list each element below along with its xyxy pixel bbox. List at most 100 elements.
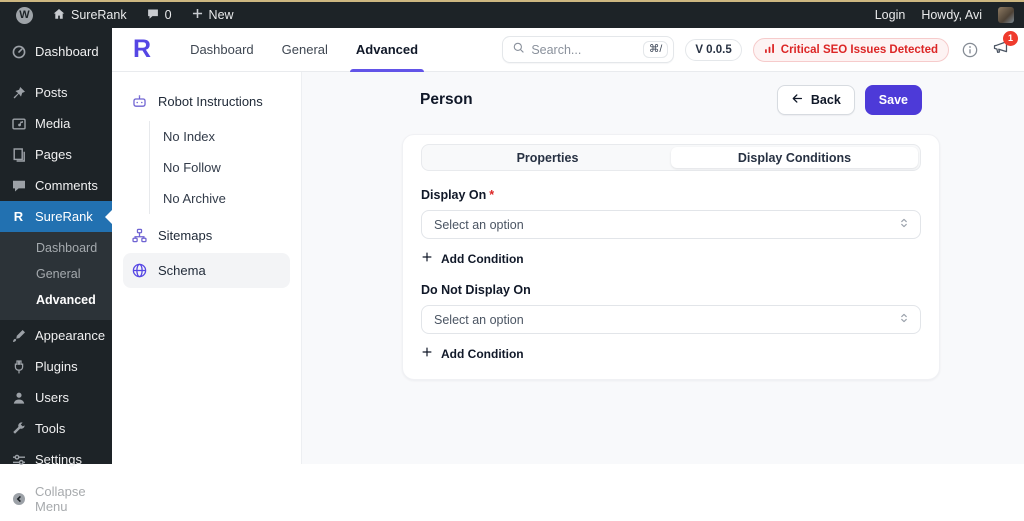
info-icon[interactable] xyxy=(960,40,980,60)
page-title: Person xyxy=(420,91,473,108)
home-icon xyxy=(52,7,66,24)
save-button[interactable]: Save xyxy=(864,85,922,115)
plugin-sidebar-item-no-follow[interactable]: No Follow xyxy=(150,152,290,183)
plugin-sidebar-item-label: Schema xyxy=(158,263,206,278)
plug-icon xyxy=(10,358,27,375)
collapse-menu-button[interactable]: Collapse Menu xyxy=(0,477,112,521)
new-content-menu[interactable]: New xyxy=(185,2,240,28)
add-condition-button[interactable]: Add Condition xyxy=(421,346,921,361)
search-shortcut-badge: ⌘/ xyxy=(642,41,669,58)
login-link[interactable]: Login xyxy=(875,8,906,22)
plugin-sidebar-item-sitemaps[interactable]: Sitemaps xyxy=(123,218,290,253)
main-content: Person Back Save Properties Display Cond… xyxy=(302,72,1024,464)
sidebar-item-label: Media xyxy=(35,116,71,131)
plugin-sidebar-item-label: Sitemaps xyxy=(158,228,213,243)
pages-icon xyxy=(10,146,27,163)
howdy-menu[interactable]: Howdy, Avi xyxy=(921,8,982,22)
save-button-label: Save xyxy=(878,93,908,107)
sidebar-item-label: SureRank xyxy=(35,209,93,224)
critical-seo-alert-badge[interactable]: Critical SEO Issues Detected xyxy=(752,37,949,62)
announcements-button[interactable]: 1 xyxy=(991,30,1018,60)
plugin-sidebar-item-robot-instructions[interactable]: Robot Instructions xyxy=(123,84,290,119)
collapse-arrow-icon xyxy=(10,491,27,508)
collapse-menu-label: Collapse Menu xyxy=(35,484,86,514)
media-icon xyxy=(10,115,27,132)
tab-display-conditions[interactable]: Display Conditions xyxy=(671,147,918,168)
robot-instructions-children: No Index No Follow No Archive xyxy=(149,121,290,214)
tab-advanced[interactable]: Advanced xyxy=(342,28,432,72)
select-placeholder: Select an option xyxy=(434,312,524,327)
sidebar-item-users[interactable]: Users xyxy=(0,382,112,413)
user-icon xyxy=(10,389,27,406)
sidebar-item-tools[interactable]: Tools xyxy=(0,413,112,444)
sidebar-item-media[interactable]: Media xyxy=(0,108,112,139)
search-icon xyxy=(512,41,525,59)
globe-icon xyxy=(131,262,148,279)
sidebar-item-plugins[interactable]: Plugins xyxy=(0,351,112,382)
arrow-left-icon xyxy=(791,92,804,108)
do-not-display-on-label: Do Not Display On xyxy=(421,283,531,297)
search-input[interactable] xyxy=(531,42,637,57)
comments-menu[interactable]: 0 xyxy=(140,2,178,28)
surerank-submenu: Dashboard General Advanced xyxy=(0,232,112,320)
sidebar-item-label: Plugins xyxy=(35,359,78,374)
sidebar-item-label: Users xyxy=(35,390,69,405)
sidebar-item-comments[interactable]: Comments xyxy=(0,170,112,201)
surerank-plugin-logo: R xyxy=(133,35,151,63)
version-badge: V 0.0.5 xyxy=(685,38,742,61)
plugin-sidebar-item-no-index[interactable]: No Index xyxy=(150,121,290,152)
surerank-logo-icon: R xyxy=(13,209,24,224)
submenu-item-general[interactable]: General xyxy=(0,261,112,287)
critical-seo-alert-label: Critical SEO Issues Detected xyxy=(780,43,938,56)
sidebar-item-label: Appearance xyxy=(35,328,106,343)
sidebar-item-appearance[interactable]: Appearance xyxy=(0,320,112,351)
sidebar-item-label: Tools xyxy=(35,421,66,436)
dashboard-icon xyxy=(10,43,27,60)
sidebar-item-pages[interactable]: Pages xyxy=(0,139,112,170)
plus-icon xyxy=(421,251,433,266)
tab-dashboard[interactable]: Dashboard xyxy=(176,28,268,72)
search-box[interactable]: ⌘/ xyxy=(502,36,675,63)
bar-chart-icon xyxy=(764,43,775,57)
sidebar-item-label: Pages xyxy=(35,147,72,162)
select-placeholder: Select an option xyxy=(434,217,524,232)
plugin-sidebar-item-no-archive[interactable]: No Archive xyxy=(150,183,290,214)
sidebar-item-dashboard[interactable]: Dashboard xyxy=(0,36,112,67)
sidebar-item-surerank[interactable]: R SureRank xyxy=(0,201,112,232)
plugin-sidebar: Robot Instructions No Index No Follow No… xyxy=(112,72,302,464)
chevron-up-down-icon xyxy=(897,216,911,233)
plus-icon xyxy=(421,346,433,361)
sidebar-item-label: Posts xyxy=(35,85,68,100)
add-condition-label: Add Condition xyxy=(441,251,524,266)
back-button-label: Back xyxy=(810,93,841,107)
back-button[interactable]: Back xyxy=(776,85,855,115)
tab-properties[interactable]: Properties xyxy=(424,147,671,168)
display-on-select[interactable]: Select an option xyxy=(421,210,921,239)
page-header-row: Person Back Save xyxy=(402,85,940,115)
sidebar-item-settings[interactable]: Settings xyxy=(0,444,112,475)
submenu-item-dashboard[interactable]: Dashboard xyxy=(0,235,112,261)
wp-logo-menu[interactable]: W xyxy=(10,2,39,28)
user-avatar[interactable] xyxy=(998,7,1014,23)
required-asterisk: * xyxy=(489,188,495,202)
paintbrush-icon xyxy=(10,327,27,344)
schema-settings-card: Properties Display Conditions Display On… xyxy=(402,134,940,380)
do-not-display-on-select[interactable]: Select an option xyxy=(421,305,921,334)
field-label-text: Display On xyxy=(421,188,487,202)
display-on-label: Display On * xyxy=(421,188,921,202)
wordpress-logo-icon: W xyxy=(16,6,33,24)
site-name-menu[interactable]: SureRank xyxy=(46,2,133,28)
submenu-item-advanced[interactable]: Advanced xyxy=(0,287,112,313)
tab-general[interactable]: General xyxy=(268,28,342,72)
sidebar-item-posts[interactable]: Posts xyxy=(0,77,112,108)
comment-bubble-icon xyxy=(146,7,160,24)
chevron-up-down-icon xyxy=(897,311,911,328)
robot-icon xyxy=(131,93,148,110)
wrench-icon xyxy=(10,420,27,437)
plugin-sidebar-item-schema[interactable]: Schema xyxy=(123,253,290,288)
card-tab-switcher: Properties Display Conditions xyxy=(421,144,921,171)
page-header-buttons: Back Save xyxy=(776,85,922,115)
add-condition-button[interactable]: Add Condition xyxy=(421,251,921,266)
plugin-tabs: Dashboard General Advanced xyxy=(176,28,432,72)
site-name-label: SureRank xyxy=(71,8,127,22)
